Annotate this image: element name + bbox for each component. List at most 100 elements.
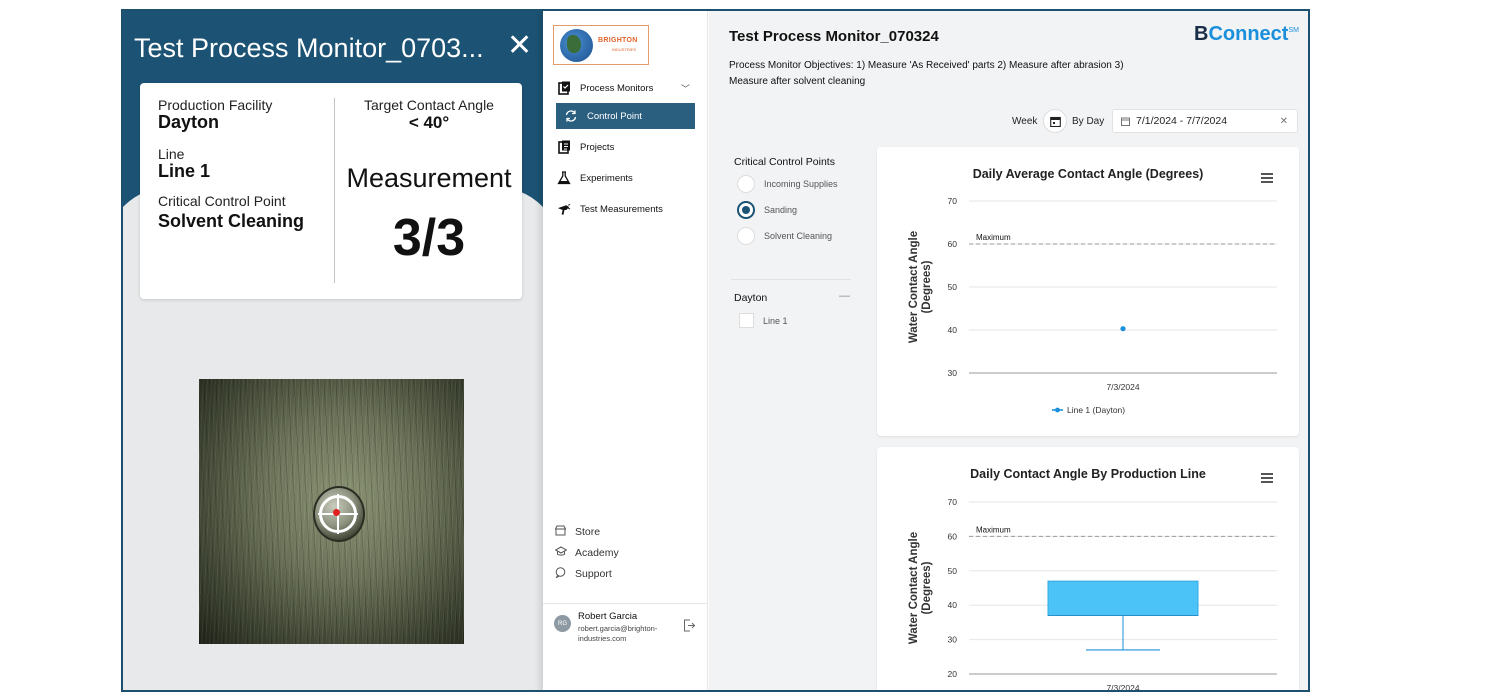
y-tick-label: 50 [948, 566, 958, 576]
line-value: Line 1 [158, 161, 211, 181]
nav-test-measurements[interactable]: Test Measurements [553, 196, 698, 222]
y-tick-label: 40 [948, 325, 958, 335]
mobile-measurement-panel: Test Process Monitor_0703... ✕ Productio… [123, 11, 543, 690]
globe-icon [560, 29, 593, 62]
box-iqr [1047, 580, 1199, 617]
x-tick-label: 7/3/2024 [1106, 382, 1139, 392]
brand-b: B [1194, 23, 1209, 45]
ccp-option-sanding[interactable]: Sanding [737, 201, 797, 219]
chart-card-average: Daily Average Contact Angle (Degrees) 30… [877, 147, 1299, 436]
brand-sup: SM [1288, 27, 1299, 34]
y-axis-title: (Degrees) [921, 561, 933, 614]
collapse-icon[interactable]: — [839, 290, 850, 302]
nav-label: Experiments [580, 172, 633, 184]
process-objectives: Process Monitor Objectives: 1) Measure '… [729, 60, 1124, 87]
ccp-option-incoming-supplies[interactable]: Incoming Supplies [737, 175, 838, 193]
mobile-title: Test Process Monitor_0703... [134, 33, 484, 63]
nav-process-monitors[interactable]: Process Monitors ﹀ [553, 75, 698, 101]
ccp-value: Solvent Cleaning [158, 211, 305, 231]
nav-label: Projects [580, 141, 615, 153]
footer-link-label: Store [575, 526, 601, 538]
nav-label: Control Point [587, 110, 642, 122]
target-angle-value: < 40° [408, 113, 450, 132]
facility-value: Dayton [158, 112, 220, 132]
footer-academy-link[interactable]: Academy [554, 546, 619, 560]
date-range-picker[interactable]: 7/1/2024 - 7/7/2024 ✕ [1112, 109, 1298, 133]
page-title: Test Process Monitor_070324 [729, 28, 939, 45]
nav-control-point[interactable]: Control Point [556, 103, 695, 129]
data-point [1120, 326, 1126, 332]
checkbox[interactable] [739, 313, 754, 328]
y-axis-title: Water Contact Angle [908, 231, 920, 343]
measurement-count: 3/3 [392, 209, 466, 267]
target-angle-label: Target Contact Angle [364, 97, 494, 113]
sidebar: BRIGHTON INDUSTRIES Process Monitors ﹀ C… [543, 11, 708, 690]
facility-label: Production Facility [158, 97, 273, 113]
calendar-icon[interactable] [1043, 109, 1067, 133]
y-tick-label: 30 [948, 368, 958, 378]
y-tick-label: 60 [948, 239, 958, 249]
radio-button[interactable] [737, 227, 755, 245]
legend-label: Line 1 (Dayton) [1067, 405, 1125, 415]
line-filter-line-1[interactable]: Line 1 [739, 313, 788, 328]
nav-projects[interactable]: Projects [553, 134, 698, 160]
clipboard-check-icon [557, 81, 571, 95]
radio-button-selected[interactable] [737, 201, 755, 219]
y-tick-label: 60 [948, 531, 958, 541]
store-icon [554, 525, 567, 539]
measure-gun-icon [557, 202, 571, 216]
footer-support-link[interactable]: Support [555, 567, 612, 581]
date-range-value: 7/1/2024 - 7/7/2024 [1136, 115, 1228, 127]
y-tick-label: 50 [948, 282, 958, 292]
average-angle-chart: 30 40 50 60 70 Maximum Water Contact Angle (Deg… [908, 196, 1277, 415]
footer-link-label: Support [575, 568, 612, 580]
y-tick-label: 70 [948, 196, 958, 206]
chart-card-by-line: Daily Contact Angle By Production Line 2… [877, 447, 1299, 692]
ccp-option-label: Sanding [764, 205, 798, 215]
crosshair-center-dot [333, 509, 340, 516]
footer-link-label: Academy [575, 547, 619, 559]
logout-icon[interactable] [683, 619, 696, 632]
brighton-logo[interactable]: BRIGHTON INDUSTRIES [553, 25, 649, 65]
by-day-toggle-label[interactable]: By Day [1072, 116, 1104, 127]
close-icon[interactable]: ✕ [507, 31, 532, 61]
flask-icon [557, 171, 571, 185]
droplet-camera-image [199, 379, 464, 644]
avatar[interactable]: RG [554, 615, 571, 632]
legend-marker-dot [1055, 407, 1060, 413]
y-tick-label: 70 [948, 497, 958, 507]
ccp-label: Critical Control Point [158, 193, 286, 209]
main-content: Test Process Monitor_070324 BConnectSM P… [709, 11, 1308, 692]
user-email: robert.garcia@brighton-industries.com [578, 624, 658, 643]
ccp-filter-title: Critical Control Points [734, 156, 835, 168]
box-plot-chart: 20 30 40 50 60 70 Maximum Water Contact Angle (D… [908, 497, 1277, 692]
refresh-icon [564, 109, 578, 123]
graduation-cap-icon [554, 546, 568, 560]
chevron-down-icon[interactable]: ﹀ [681, 82, 690, 95]
logo-text: BRIGHTON [598, 37, 638, 44]
maximum-reference-label: Maximum [976, 233, 1011, 242]
clear-date-icon[interactable]: ✕ [1280, 116, 1288, 127]
filter-separator [731, 279, 851, 280]
nav-label: Process Monitors [580, 82, 654, 94]
chat-icon [555, 567, 567, 581]
footer-store-link[interactable]: Store [554, 525, 601, 539]
line-label: Line [158, 146, 185, 162]
nav-experiments[interactable]: Experiments [553, 165, 698, 191]
y-tick-label: 20 [948, 669, 958, 679]
nav-label: Test Measurements [580, 203, 663, 215]
x-tick-label: 7/3/2024 [1106, 683, 1139, 692]
maximum-reference-label: Maximum [976, 525, 1011, 534]
radio-button[interactable] [737, 175, 755, 193]
week-toggle-label[interactable]: Week [1012, 116, 1037, 127]
logo-subtext: INDUSTRIES [612, 47, 637, 52]
y-axis-title: Water Contact Angle [908, 532, 920, 644]
y-axis-title: (Degrees) [921, 260, 933, 313]
ccp-option-label: Solvent Cleaning [764, 231, 833, 241]
y-tick-label: 30 [948, 635, 958, 645]
ccp-option-label: Incoming Supplies [764, 179, 838, 189]
card-divider [334, 98, 335, 283]
brand-rest: Connect [1208, 23, 1289, 45]
ccp-option-solvent-cleaning[interactable]: Solvent Cleaning [737, 227, 832, 245]
line-option-label: Line 1 [763, 315, 788, 326]
